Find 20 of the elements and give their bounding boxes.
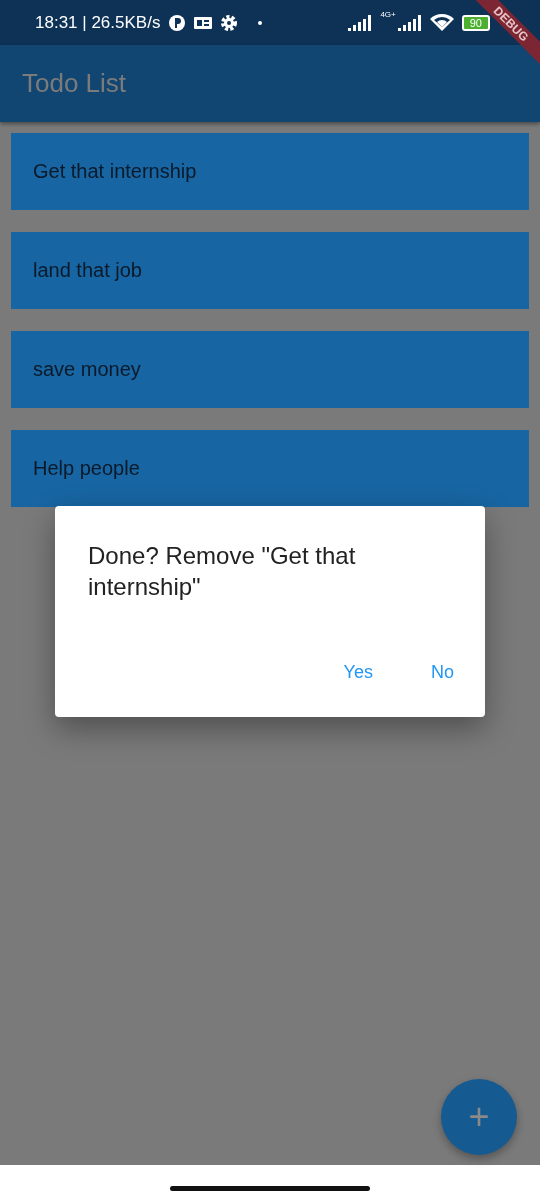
add-button[interactable]: + [441, 1079, 517, 1155]
dialog-button[interactable]: Yes [333, 656, 383, 689]
circle-app-icon [168, 13, 187, 32]
network-label: 4G+ [380, 10, 396, 19]
dialog-title: Done? Remove "Get that internship" [88, 541, 357, 602]
todo-item[interactable]: Get that internship [11, 133, 529, 210]
signal-icon [348, 14, 373, 31]
gear-icon [220, 13, 239, 32]
home-indicator[interactable] [170, 1186, 370, 1191]
dot-icon [258, 20, 263, 25]
todo-item[interactable]: Help people [11, 430, 529, 507]
wifi-icon [429, 13, 454, 32]
battery-indicator: 90 [461, 14, 490, 31]
todo-item[interactable]: land that job [11, 232, 529, 309]
card-icon [194, 15, 213, 30]
app-title: Todo List [22, 68, 127, 99]
todo-item[interactable]: save money [11, 331, 529, 408]
dialog-button[interactable]: No [421, 656, 464, 689]
signal-icon [397, 14, 422, 31]
status-time: 18:31 | 26.5KB/s [35, 12, 161, 33]
